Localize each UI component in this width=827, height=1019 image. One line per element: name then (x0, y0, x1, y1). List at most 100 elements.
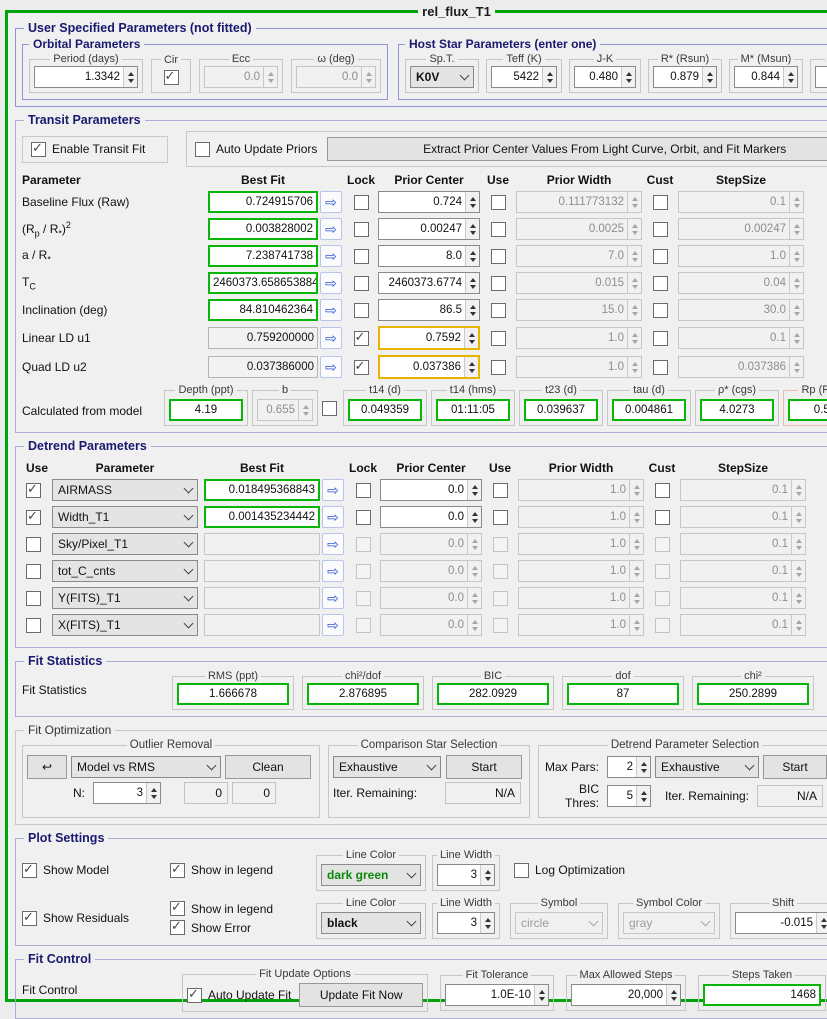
cir-checkbox[interactable] (163, 69, 179, 85)
copy-bestfit-to-prior-button[interactable]: ⇨ (322, 506, 344, 528)
spinner-buttons[interactable] (636, 757, 650, 777)
use-prior-checkbox[interactable] (492, 482, 508, 498)
max-allowed-steps-input[interactable]: 20,000 (571, 984, 681, 1006)
spinner-buttons[interactable] (480, 913, 494, 933)
residual-line-width-input[interactable]: 3 (437, 912, 495, 934)
auto-update-fit-checkbox[interactable]: Auto Update Fit (187, 987, 291, 1003)
spinner-buttons[interactable] (636, 786, 650, 806)
cust-checkbox[interactable] (652, 302, 668, 318)
spinner-buttons[interactable] (465, 246, 479, 266)
spinner-buttons[interactable] (467, 480, 481, 500)
enable-transit-fit-checkbox[interactable]: Enable Transit Fit (31, 141, 145, 157)
spinner-buttons[interactable] (783, 67, 797, 87)
show-residuals-checkbox[interactable]: Show Residuals (22, 910, 170, 926)
use-detrend-checkbox[interactable] (26, 509, 41, 525)
comparison-mode-dropdown[interactable]: Exhaustive (333, 756, 441, 778)
copy-bestfit-to-prior-button[interactable]: ⇨ (320, 245, 342, 267)
copy-bestfit-to-prior-button[interactable]: ⇨ (320, 272, 342, 294)
show-error-checkbox[interactable]: Show Error (170, 919, 316, 935)
spinner-buttons[interactable] (702, 67, 716, 87)
use-prior-checkbox[interactable] (490, 221, 506, 237)
copy-bestfit-to-prior-button[interactable]: ⇨ (322, 614, 344, 636)
copy-bestfit-to-prior-button[interactable]: ⇨ (320, 299, 342, 321)
spinner-buttons[interactable] (621, 67, 635, 87)
use-detrend-checkbox[interactable] (26, 590, 41, 606)
spinner-buttons[interactable] (465, 300, 479, 320)
rstar-input[interactable]: 0.879 (653, 66, 717, 88)
spinner-buttons[interactable] (666, 985, 680, 1005)
spinner-buttons[interactable] (464, 328, 478, 348)
model-line-color-dropdown[interactable]: dark green (321, 864, 421, 886)
lock-checkbox[interactable] (353, 221, 369, 237)
fit-tolerance-input[interactable]: 1.0E-10 (445, 984, 549, 1006)
prior-center-input[interactable]: 0.037386 (378, 355, 480, 379)
spt-dropdown[interactable]: K0V (410, 66, 474, 88)
spinner-buttons[interactable] (816, 913, 827, 933)
detrend-start-button[interactable]: Start (763, 755, 827, 779)
cust-checkbox[interactable] (654, 509, 670, 525)
spinner-buttons[interactable] (465, 192, 479, 212)
prior-center-input[interactable]: 2460373.6774 (378, 272, 480, 294)
bic-thres-input[interactable]: 5 (607, 785, 651, 807)
comparison-start-button[interactable]: Start (446, 755, 522, 779)
cust-checkbox[interactable] (652, 248, 668, 264)
use-detrend-checkbox[interactable] (26, 536, 41, 552)
detrend-param-dropdown[interactable]: X(FITS)_T1 (52, 614, 198, 636)
auto-update-priors-checkbox[interactable]: Auto Update Priors (195, 141, 317, 157)
lock-checkbox[interactable] (353, 275, 369, 291)
jk-input[interactable]: 0.480 (574, 66, 636, 88)
prior-center-input[interactable]: 0.724 (378, 191, 480, 213)
detrend-param-dropdown[interactable]: Sky/Pixel_T1 (52, 533, 198, 555)
model-line-width-input[interactable]: 3 (437, 864, 495, 886)
use-prior-checkbox[interactable] (490, 330, 506, 346)
detrend-param-dropdown[interactable]: Width_T1 (52, 506, 198, 528)
rho-input[interactable]: 1.501 (815, 66, 827, 88)
use-prior-checkbox[interactable] (490, 194, 506, 210)
lock-checkbox[interactable] (355, 482, 371, 498)
prior-center-input[interactable]: 8.0 (378, 245, 480, 267)
detrend-param-dropdown[interactable]: tot_C_cnts (52, 560, 198, 582)
detrend-param-dropdown[interactable]: Y(FITS)_T1 (52, 587, 198, 609)
undo-clean-button[interactable]: ↩ (27, 755, 67, 779)
use-detrend-checkbox[interactable] (26, 617, 41, 633)
model-show-in-legend-checkbox[interactable]: Show in legend (170, 862, 316, 878)
use-prior-checkbox[interactable] (490, 248, 506, 264)
use-prior-checkbox[interactable] (490, 359, 506, 375)
period-input[interactable]: 1.3342 (34, 66, 138, 88)
cust-checkbox[interactable] (652, 221, 668, 237)
outlier-mode-dropdown[interactable]: Model vs RMS (71, 756, 221, 778)
cust-checkbox[interactable] (652, 194, 668, 210)
cust-checkbox[interactable] (652, 330, 668, 346)
copy-bestfit-to-prior-button[interactable]: ⇨ (322, 479, 344, 501)
spinner-buttons[interactable] (465, 219, 479, 239)
copy-bestfit-to-prior-button[interactable]: ⇨ (320, 327, 342, 349)
lock-checkbox[interactable] (353, 248, 369, 264)
copy-bestfit-to-prior-button[interactable]: ⇨ (322, 560, 344, 582)
spinner-buttons[interactable] (146, 783, 160, 803)
spinner-buttons[interactable] (123, 67, 137, 87)
max-pars-input[interactable]: 2 (607, 756, 651, 778)
extract-prior-center-button[interactable]: Extract Prior Center Values From Light C… (327, 137, 827, 161)
lock-checkbox[interactable] (353, 330, 369, 346)
use-detrend-checkbox[interactable] (26, 563, 41, 579)
prior-center-input[interactable]: 0.0 (380, 479, 482, 501)
spinner-buttons[interactable] (534, 985, 548, 1005)
clean-button[interactable]: Clean (225, 755, 311, 779)
spinner-buttons[interactable] (467, 507, 481, 527)
teff-input[interactable]: 5422 (491, 66, 557, 88)
prior-center-input[interactable]: 86.5 (378, 299, 480, 321)
log-optimization-checkbox[interactable]: Log Optimization (514, 862, 625, 878)
prior-center-input[interactable]: 0.7592 (378, 326, 480, 350)
update-fit-now-button[interactable]: Update Fit Now (299, 983, 423, 1007)
lock-checkbox[interactable] (355, 509, 371, 525)
spinner-buttons[interactable] (465, 273, 479, 293)
cust-checkbox[interactable] (652, 359, 668, 375)
use-prior-checkbox[interactable] (492, 509, 508, 525)
copy-bestfit-to-prior-button[interactable]: ⇨ (322, 587, 344, 609)
copy-bestfit-to-prior-button[interactable]: ⇨ (322, 533, 344, 555)
lock-checkbox[interactable] (353, 194, 369, 210)
residual-line-color-dropdown[interactable]: black (321, 912, 421, 934)
lock-checkbox[interactable] (353, 359, 369, 375)
detrend-mode-dropdown[interactable]: Exhaustive (655, 756, 759, 778)
b-checkbox[interactable] (322, 401, 337, 416)
